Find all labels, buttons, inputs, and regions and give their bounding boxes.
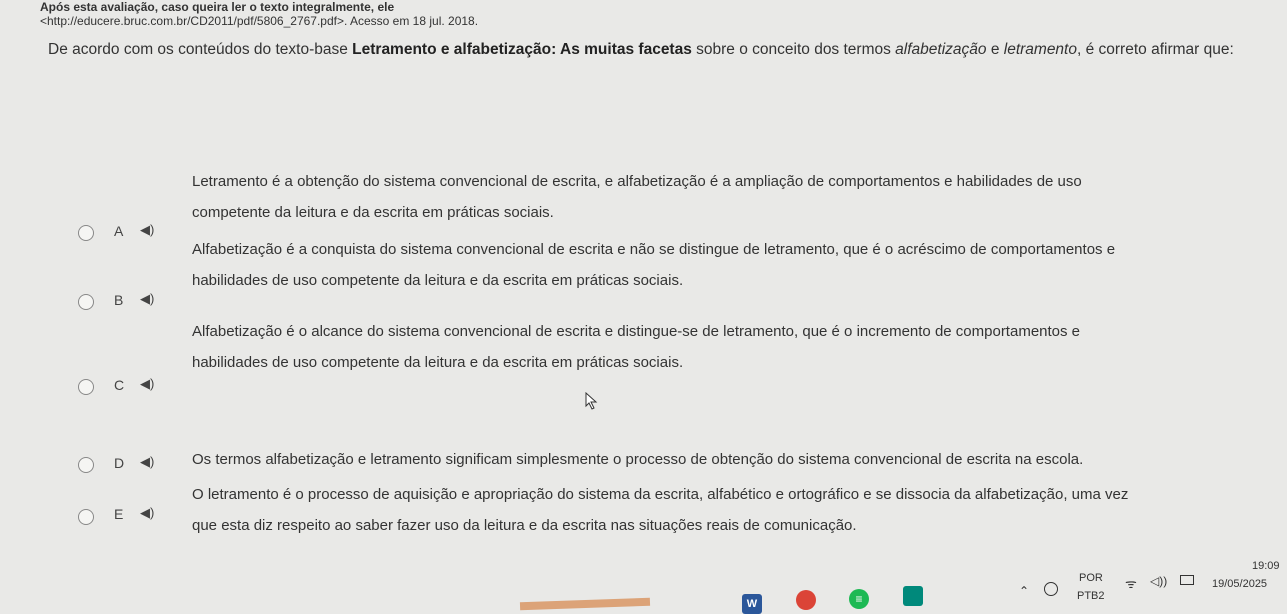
option-line-1: Alfabetização é a conquista do sistema c… (192, 241, 1116, 258)
question-title: Letramento e alfabetização: As muitas fa… (352, 41, 692, 58)
clock-date[interactable]: 19/05/2025 (1212, 578, 1267, 590)
clock-time[interactable]: 19:09 (1252, 560, 1280, 572)
evaluation-note-text: Após esta avaliação, caso queira ler o t… (40, 0, 395, 14)
speaker-icon[interactable]: ◀) (140, 376, 154, 392)
option-a[interactable]: A ◀) Letramento é a obtenção do sistema … (60, 166, 1260, 241)
radio-b[interactable] (78, 294, 94, 310)
option-line-2: competente da leitura e da escrita em pr… (192, 204, 554, 221)
question-mid: sobre o conceito dos termos (691, 41, 896, 58)
option-line-1: Alfabetização é o alcance do sistema con… (192, 323, 1081, 340)
speaker-icon[interactable]: ◀) (140, 505, 154, 521)
option-b[interactable]: B ◀) Alfabetização é a conquista do sist… (60, 234, 1260, 310)
option-d[interactable]: D ◀) Os termos alfabetização e letrament… (60, 414, 1260, 474)
option-line-2: habilidades de uso competente da leitura… (192, 354, 684, 371)
menu-app-icon[interactable]: ≡ (849, 589, 869, 609)
option-line-2: habilidades de uso competente da leitura… (192, 272, 684, 289)
question-term2: letramento (1003, 41, 1077, 58)
chevron-up-icon[interactable]: ⌃ (1019, 584, 1029, 598)
option-text: Alfabetização é o alcance do sistema con… (192, 316, 1272, 378)
option-text: Alfabetização é a conquista do sistema c… (192, 234, 1272, 296)
image-app-icon[interactable] (903, 586, 923, 606)
question-conj: e (986, 41, 1004, 58)
chrome-icon[interactable] (796, 590, 816, 610)
option-line-2: que esta diz respeito ao saber fazer uso… (192, 517, 857, 534)
option-c[interactable]: C ◀) Alfabetização é o alcance do sistem… (60, 316, 1260, 395)
question-term1: alfabetização (895, 41, 987, 58)
wifi-icon[interactable]: ᯤ (1125, 574, 1137, 592)
option-text: Letramento é a obtenção do sistema conve… (192, 166, 1272, 228)
taskbar-decoration (519, 597, 651, 611)
battery-icon[interactable] (1180, 575, 1194, 585)
question-end: , é correto afirmar que: (1076, 41, 1234, 58)
option-line-1: O letramento é o processo de aquisição e… (192, 486, 1129, 503)
question-statement: De acordo com os conteúdos do texto-base… (48, 30, 1268, 70)
option-letter: E (114, 506, 124, 522)
volume-icon[interactable]: ◁)) (1150, 574, 1167, 588)
evaluation-note: Após esta avaliação, caso queira ler o t… (40, 0, 394, 14)
taskbar: W ≡ ⌃ POR PTB2 ᯤ ◁)) 19:09 19/05/2025 (0, 556, 1287, 614)
radio-c[interactable] (78, 379, 94, 395)
option-line-1: Letramento é a obtenção do sistema conve… (192, 173, 1082, 190)
option-letter: C (114, 377, 125, 393)
source-reference: <http://educere.bruc.com.br/CD2011/pdf/5… (40, 14, 479, 28)
mouse-cursor-icon (585, 392, 598, 410)
radio-e[interactable] (78, 509, 94, 525)
question-intro: De acordo com os conteúdos do texto-base (48, 41, 353, 58)
option-e[interactable]: E ◀) O letramento é o processo de aquisi… (60, 466, 1260, 534)
option-letter: B (114, 292, 124, 308)
tray-circle-icon[interactable] (1044, 582, 1058, 596)
keyboard-layout[interactable]: PTB2 (1077, 590, 1105, 602)
option-text: O letramento é o processo de aquisição e… (192, 479, 1272, 541)
input-language[interactable]: POR (1079, 572, 1103, 584)
speaker-icon[interactable]: ◀) (140, 291, 154, 307)
word-icon[interactable]: W (742, 594, 762, 614)
